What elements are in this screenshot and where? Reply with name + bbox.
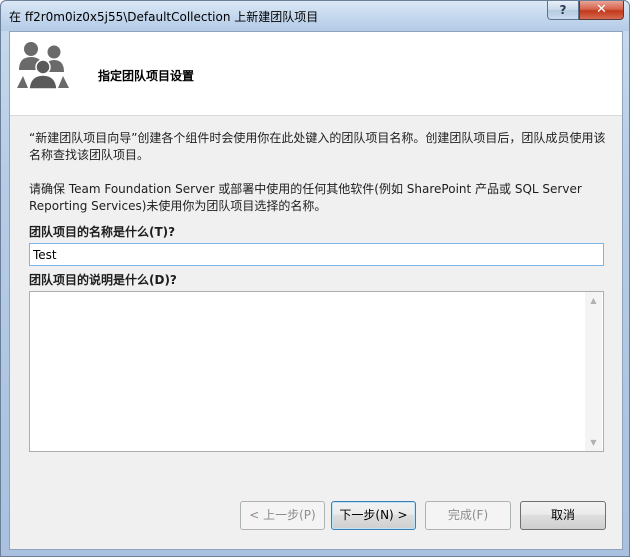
project-description-textarea[interactable] bbox=[29, 291, 604, 452]
wizard-page: 指定团队项目设置 “新建团队项目向导”创建各个组件时会使用你在此处键入的团队项目… bbox=[9, 31, 623, 550]
scroll-up-arrow-icon[interactable]: ▲ bbox=[585, 292, 602, 309]
window-title: 在 ff2r0m0iz0x5j55\DefaultCollection 上新建团… bbox=[9, 10, 319, 24]
help-button[interactable]: ? bbox=[547, 1, 579, 20]
project-name-input[interactable] bbox=[29, 243, 604, 266]
team-people-icon bbox=[17, 42, 69, 90]
project-description-label: 团队项目的说明是什么(D)? bbox=[29, 273, 177, 287]
dialog-window: 在 ff2r0m0iz0x5j55\DefaultCollection 上新建团… bbox=[0, 0, 630, 557]
page-title: 指定团队项目设置 bbox=[98, 69, 195, 83]
finish-button[interactable]: 完成(F) bbox=[425, 501, 511, 530]
scroll-down-arrow-icon[interactable]: ▼ bbox=[585, 434, 602, 451]
description-text-1: “新建团队项目向导”创建各个组件时会使用你在此处键入的团队项目名称。创建团队项目… bbox=[29, 131, 606, 162]
cancel-button[interactable]: 取消 bbox=[520, 501, 606, 530]
description-text-2: 请确保 Team Foundation Server 或部署中使用的任何其他软件… bbox=[29, 182, 582, 213]
next-button[interactable]: 下一步(N) > bbox=[331, 501, 416, 530]
header-banner: 指定团队项目设置 bbox=[10, 32, 622, 116]
description-scrollbar[interactable]: ▲ ▼ bbox=[585, 292, 602, 451]
title-bar[interactable]: 在 ff2r0m0iz0x5j55\DefaultCollection 上新建团… bbox=[1, 1, 629, 31]
close-button[interactable]: ✕ bbox=[579, 1, 624, 20]
project-name-label: 团队项目的名称是什么(T)? bbox=[29, 225, 176, 239]
previous-button[interactable]: < 上一步(P) bbox=[240, 501, 325, 530]
